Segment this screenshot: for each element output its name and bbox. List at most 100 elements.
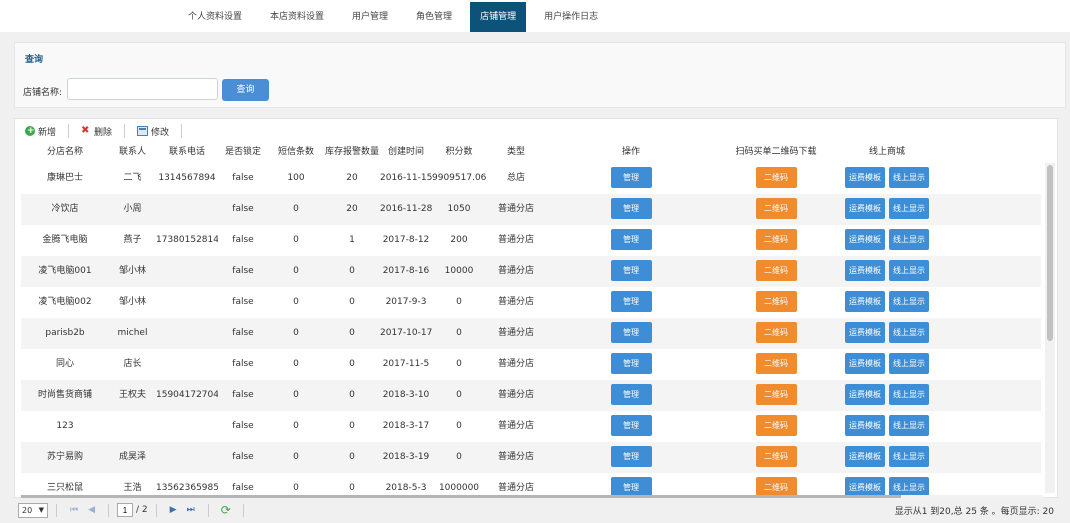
tab-shop-management[interactable]: 店铺管理 xyxy=(470,2,527,32)
manage-button[interactable]: 管理 xyxy=(610,229,652,250)
manage-button[interactable]: 管理 xyxy=(610,260,652,281)
qr-code-button[interactable]: 二维码 xyxy=(755,167,797,188)
column-header[interactable]: 分店名称 xyxy=(21,143,109,161)
table-row[interactable]: 同心 店长 false 0 0 2017-11-5 0 普通分店 管理 二维码 运费模板 线上显示 xyxy=(21,349,1041,380)
column-header[interactable]: 联系人 xyxy=(109,143,156,161)
online-display-button[interactable]: 线上显示 xyxy=(889,322,929,343)
next-page-icon[interactable]: ▶ xyxy=(170,505,177,515)
table-row[interactable]: 时尚售货商铺 王权夫 15904172704 false 0 0 2018-3-10 0 普通分… xyxy=(21,380,1041,411)
manage-button[interactable]: 管理 xyxy=(610,167,652,188)
query-button[interactable]: 查询 xyxy=(222,79,269,101)
table-cell: 20 xyxy=(346,204,358,214)
column-header[interactable]: 类型 xyxy=(486,143,546,161)
table-row[interactable]: 凌飞电脑002 邹小林 false 0 0 2017-9-3 0 普通分店 管理 二维码 运费模板线… xyxy=(21,287,1041,318)
pager-info: 显示从1 到20,总 25 条 。每页显示: 20 xyxy=(894,507,1054,517)
column-header[interactable]: 积分数 xyxy=(432,143,486,161)
freight-template-button[interactable]: 运费模板 xyxy=(845,260,885,281)
column-header[interactable]: 扫码买单二维码下载 xyxy=(716,143,836,161)
online-display-button[interactable]: 线上显示 xyxy=(889,260,929,281)
online-display-button[interactable]: 线上显示 xyxy=(889,477,929,496)
prev-page-icon[interactable]: ◀ xyxy=(88,505,95,515)
table-row[interactable]: 冷饮店 小周 false 0 20 2016-11-28 1050 普通分店 管理 二维码 运费模板… xyxy=(21,194,1041,225)
freight-template-button[interactable]: 运费模板 xyxy=(845,353,885,374)
tab-user-operation-log[interactable]: 用户操作日志 xyxy=(534,2,608,32)
horizontal-scrollbar[interactable] xyxy=(21,495,1043,498)
table-cell: 同心 xyxy=(55,359,74,369)
qr-code-button[interactable]: 二维码 xyxy=(755,353,797,374)
column-header[interactable]: 短信条数 xyxy=(268,143,324,161)
qr-code-button[interactable]: 二维码 xyxy=(755,477,797,496)
column-header[interactable]: 库存报警数量 xyxy=(324,143,380,161)
qr-code-button[interactable]: 二维码 xyxy=(755,260,797,281)
add-button[interactable]: 新增 xyxy=(25,125,56,138)
table-row[interactable]: 123 false 0 0 2018-3-17 0 普通分店 管理 二维码 运费模板 线上显示 xyxy=(21,411,1041,442)
edit-button[interactable]: 修改 xyxy=(137,125,169,138)
vertical-scrollbar-thumb[interactable] xyxy=(1047,165,1053,341)
tab-user-management[interactable]: 用户管理 xyxy=(342,2,398,32)
freight-template-button[interactable]: 运费模板 xyxy=(845,415,885,436)
freight-template-button[interactable]: 运费模板 xyxy=(845,167,885,188)
manage-button[interactable]: 管理 xyxy=(610,477,652,496)
qr-code-button[interactable]: 二维码 xyxy=(755,291,797,312)
add-icon xyxy=(25,126,35,136)
column-header[interactable]: 联系电话 xyxy=(156,143,218,161)
refresh-icon[interactable]: ⟳ xyxy=(221,503,231,517)
qr-code-button[interactable]: 二维码 xyxy=(755,229,797,250)
online-display-button[interactable]: 线上显示 xyxy=(889,198,929,219)
freight-template-button[interactable]: 运费模板 xyxy=(845,291,885,312)
table-row[interactable]: 康琳巴士 二飞 1314567894 false 100 20 2016-11-15 9909… xyxy=(21,163,1041,194)
online-display-button[interactable]: 线上显示 xyxy=(889,384,929,405)
table-cell: 普通分店 xyxy=(497,452,534,462)
tab-role-management[interactable]: 角色管理 xyxy=(406,2,462,32)
tab-personal-settings[interactable]: 个人资料设置 xyxy=(178,2,252,32)
manage-button[interactable]: 管理 xyxy=(610,446,652,467)
table-row[interactable]: 金腾飞电脑 燕子 17380152814 false 0 1 2017-8-12 200 普通分… xyxy=(21,225,1041,256)
qr-code-button[interactable]: 二维码 xyxy=(755,384,797,405)
manage-button[interactable]: 管理 xyxy=(610,384,652,405)
freight-template-button[interactable]: 运费模板 xyxy=(845,446,885,467)
first-page-icon[interactable]: ⏮ xyxy=(70,505,78,515)
table-row[interactable]: 凌飞电脑001 邹小林 false 0 0 2017-8-16 10000 普通分店 管理 二维码… xyxy=(21,256,1041,287)
tab-store-settings[interactable]: 本店资料设置 xyxy=(260,2,334,32)
column-header[interactable]: 线上商城 xyxy=(836,143,938,161)
column-header[interactable]: 创建时间 xyxy=(380,143,432,161)
freight-template-button[interactable]: 运费模板 xyxy=(845,477,885,496)
column-header[interactable]: 是否锁定 xyxy=(218,143,268,161)
current-page-input[interactable] xyxy=(117,503,134,517)
online-display-button[interactable]: 线上显示 xyxy=(889,167,929,188)
freight-template-button[interactable]: 运费模板 xyxy=(845,198,885,219)
manage-button[interactable]: 管理 xyxy=(610,353,652,374)
freight-template-button[interactable]: 运费模板 xyxy=(845,322,885,343)
table-cell: 王浩 xyxy=(123,483,142,493)
online-display-button[interactable]: 线上显示 xyxy=(889,291,929,312)
horizontal-scrollbar-thumb[interactable] xyxy=(21,495,901,498)
page-size-select[interactable]: 20 ▼ xyxy=(18,502,48,518)
freight-template-button[interactable]: 运费模板 xyxy=(845,229,885,250)
online-mall-cell: 运费模板 线上显示 xyxy=(836,411,938,442)
top-nav: 个人资料设置 本店资料设置 用户管理 角色管理 店铺管理 用户操作日志 xyxy=(0,0,1070,32)
manage-button[interactable]: 管理 xyxy=(610,415,652,436)
manage-button[interactable]: 管理 xyxy=(610,322,652,343)
online-display-button[interactable]: 线上显示 xyxy=(889,415,929,436)
qr-code-button[interactable]: 二维码 xyxy=(755,198,797,219)
delete-button[interactable]: 删除 xyxy=(81,125,112,138)
qr-code-button[interactable]: 二维码 xyxy=(755,322,797,343)
manage-button[interactable]: 管理 xyxy=(610,198,652,219)
qr-code-button[interactable]: 二维码 xyxy=(755,415,797,436)
shop-grid-panel: 新增 删除 修改 分店名称 联系人 联系电话 是否锁定 短信条数 库存报警数量 … xyxy=(14,118,1058,498)
shop-name-input[interactable] xyxy=(67,78,218,100)
online-display-button[interactable]: 线上显示 xyxy=(889,446,929,467)
online-display-button[interactable]: 线上显示 xyxy=(889,353,929,374)
action-cell: 管理 xyxy=(546,163,716,194)
freight-template-button[interactable]: 运费模板 xyxy=(845,384,885,405)
shop-name-label: 店铺名称: xyxy=(23,88,63,98)
table-row[interactable]: 苏宁易购 成昊泽 false 0 0 2018-3-19 0 普通分店 管理 二维码 运费模板 线上显… xyxy=(21,442,1041,473)
table-row[interactable]: parisb2b michel false 0 0 2017-10-17 0 普通分店 管理 二维… xyxy=(21,318,1041,349)
table-row[interactable]: 三只松鼠 王浩 13562365985 false 0 0 2018-5-3 1000000 普… xyxy=(21,473,1041,496)
manage-button[interactable]: 管理 xyxy=(610,291,652,312)
vertical-scrollbar[interactable] xyxy=(1045,163,1055,493)
qr-code-button[interactable]: 二维码 xyxy=(755,446,797,467)
last-page-icon[interactable]: ⏭ xyxy=(187,505,195,515)
online-display-button[interactable]: 线上显示 xyxy=(889,229,929,250)
column-header[interactable]: 操作 xyxy=(546,143,716,161)
